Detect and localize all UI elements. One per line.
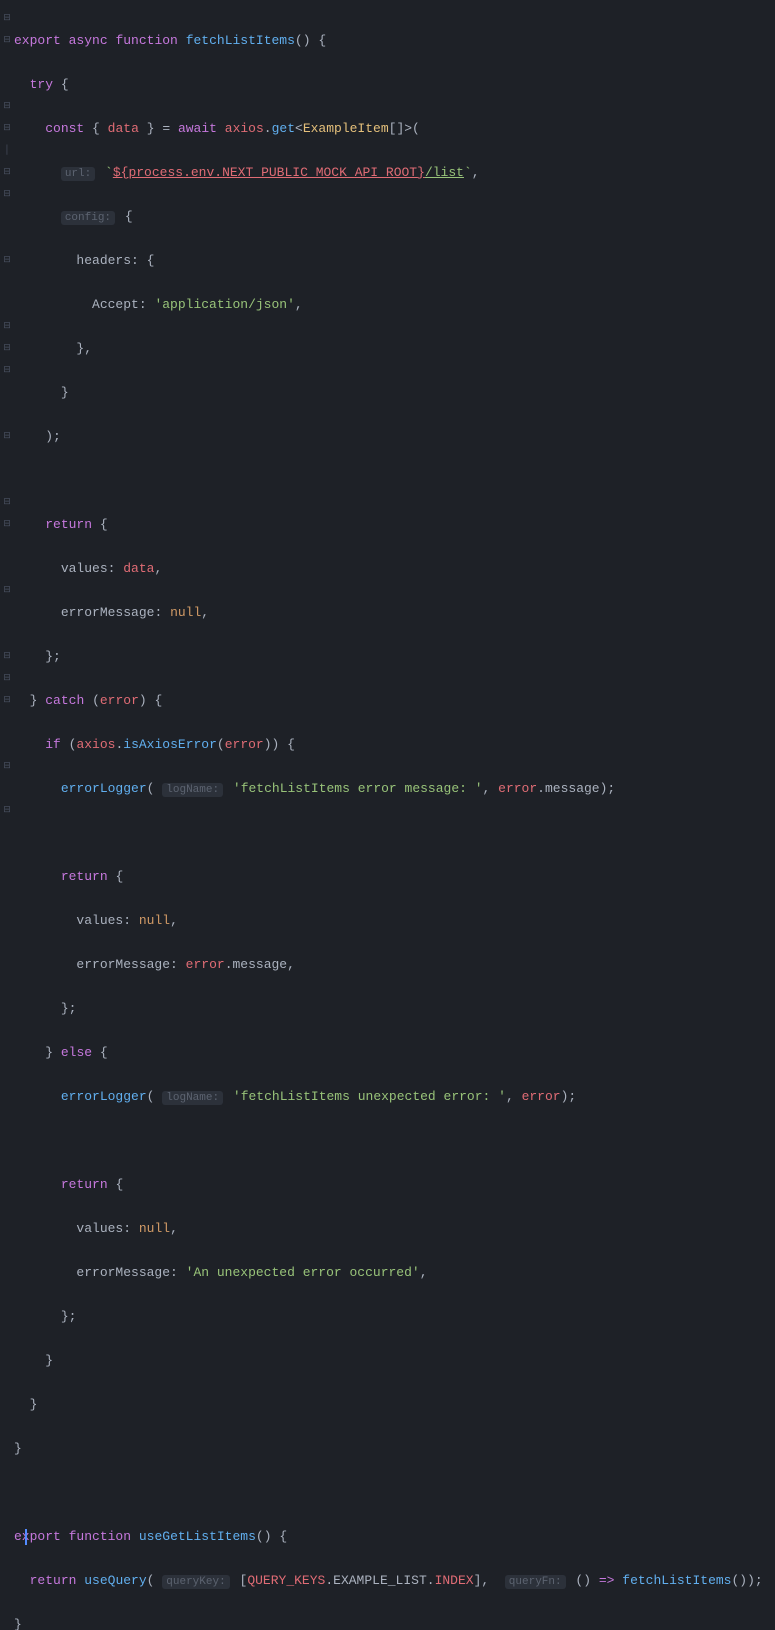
fold-marker[interactable]: ⊟ — [3, 256, 11, 264]
inlay-hint-config: config: — [61, 211, 115, 225]
fold-marker[interactable]: ⊟ — [3, 652, 11, 660]
fold-marker[interactable]: ⊟ — [3, 344, 11, 352]
keyword-function: function — [115, 33, 177, 48]
inlay-hint-url: url: — [61, 167, 95, 181]
fold-marker[interactable]: ⊟ — [3, 366, 11, 374]
keyword-try: try — [30, 77, 53, 92]
function-name-2: useGetListItems — [139, 1529, 256, 1544]
fold-marker[interactable]: ⊟ — [3, 168, 11, 176]
fold-marker[interactable]: │ — [3, 146, 11, 154]
fold-marker[interactable]: ⊟ — [3, 696, 11, 704]
fold-marker[interactable]: ⊟ — [3, 322, 11, 330]
function-name: fetchListItems — [186, 33, 295, 48]
inlay-hint-logname: logName: — [162, 1091, 223, 1105]
keyword-async: async — [69, 33, 108, 48]
fold-marker[interactable]: ⊟ — [3, 14, 11, 22]
fold-marker[interactable]: ⊟ — [3, 498, 11, 506]
fold-marker[interactable]: ⊟ — [3, 102, 11, 110]
fold-marker[interactable]: ⊟ — [3, 520, 11, 528]
fold-marker[interactable]: ⊟ — [3, 674, 11, 682]
fold-marker[interactable]: ⊟ — [3, 190, 11, 198]
inlay-hint-querykey: queryKey: — [162, 1575, 229, 1589]
fold-marker[interactable]: ⊟ — [3, 586, 11, 594]
inlay-hint-logname: logName: — [162, 783, 223, 797]
fold-marker[interactable]: ⊟ — [3, 806, 11, 814]
fold-marker[interactable]: ⊟ — [3, 124, 11, 132]
code-editor[interactable]: export async function fetchListItems() {… — [14, 8, 763, 1630]
keyword-export: export — [14, 33, 61, 48]
inlay-hint-queryfn: queryFn: — [505, 1575, 566, 1589]
text-caret — [25, 1529, 27, 1545]
fold-marker[interactable]: ⊟ — [3, 432, 11, 440]
fold-marker[interactable]: ⊟ — [3, 36, 11, 44]
fold-gutter: ⊟ ⊟ ⊟ ⊟ │ ⊟ ⊟ ⊟ ⊟ ⊟ ⊟ ⊟ ⊟ ⊟ ⊟ ⊟ ⊟ ⊟ ⊟ ⊟ — [0, 0, 14, 815]
fold-marker[interactable]: ⊟ — [3, 762, 11, 770]
